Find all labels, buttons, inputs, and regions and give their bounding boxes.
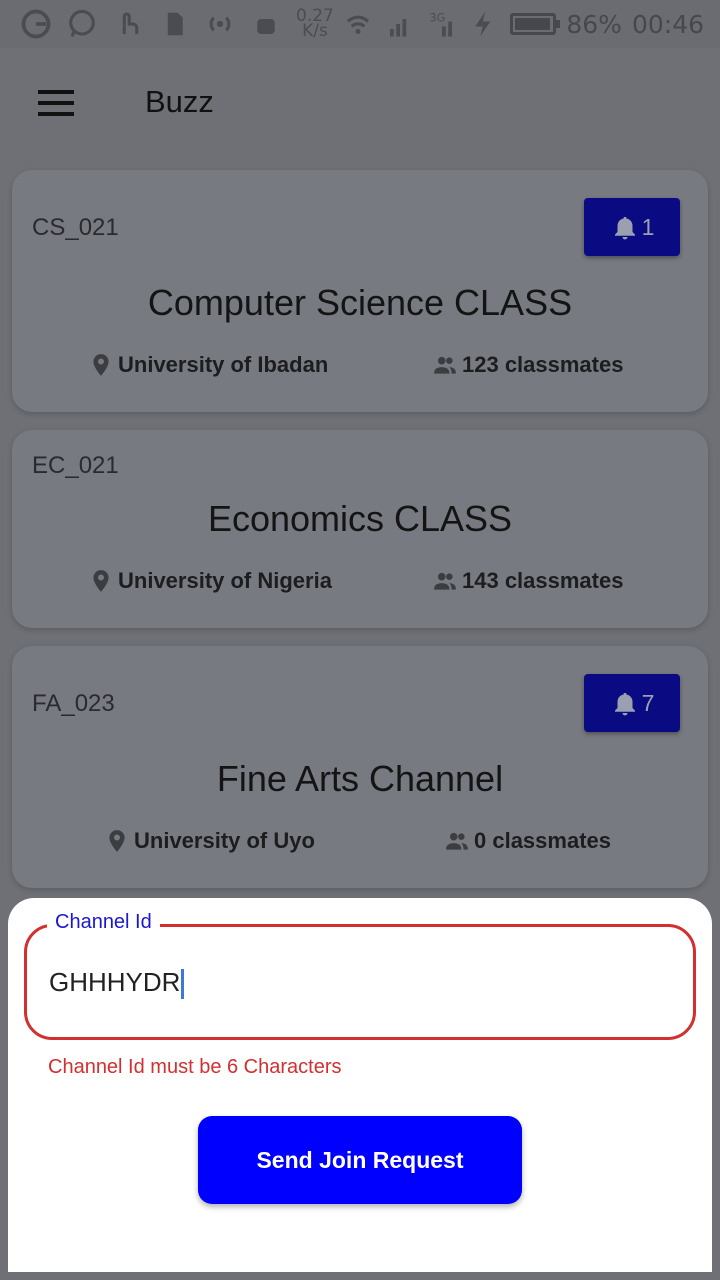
status-bar: 0.27 K/s 3G 86% 00:46 [0, 0, 720, 48]
university-name: University of Ibadan [118, 352, 329, 377]
clock: 00:46 [631, 9, 704, 39]
bell-icon [614, 693, 635, 716]
classmates-count: 123 classmates [462, 352, 624, 377]
channel-code: EC_021 [32, 452, 119, 479]
classmates-info: 123 classmates [432, 352, 623, 378]
channel-id-value: GHHHYDR [49, 967, 181, 997]
bell-icon [614, 217, 635, 240]
menu-icon[interactable] [32, 84, 80, 124]
channel-id-field[interactable]: Channel Id GHHHYDR [24, 911, 696, 1040]
join-channel-sheet: Channel Id GHHHYDR Channel Id must be 6 … [8, 898, 712, 1272]
university-name: University of Nigeria [118, 568, 332, 593]
signal-3g-icon: 3G [426, 8, 458, 40]
touch-icon [112, 8, 144, 40]
university-info: University of Uyo [104, 828, 315, 854]
channel-id-input[interactable]: GHHHYDR [49, 967, 185, 1000]
university-name: University of Uyo [134, 828, 315, 853]
status-right: 3G 86% 00:46 [342, 8, 704, 40]
charging-icon [468, 8, 500, 40]
send-join-request-button[interactable]: Send Join Request [198, 1116, 522, 1204]
notification-badge[interactable]: 1 [584, 198, 680, 256]
hotspot-icon [204, 8, 236, 40]
channel-title: Fine Arts Channel [216, 758, 504, 799]
notification-count: 7 [641, 689, 655, 716]
wifi-icon [342, 8, 374, 40]
signal-icon [384, 8, 416, 40]
channel-card[interactable]: CS_021 1 Computer Science CLASS Universi… [12, 170, 708, 412]
people-icon [446, 832, 468, 850]
channel-card[interactable]: FA_023 7 Fine Arts Channel University of… [12, 646, 708, 888]
notification-count: 1 [641, 213, 655, 240]
google-icon [20, 8, 52, 40]
location-pin-icon [93, 570, 109, 592]
channel-code: FA_023 [32, 690, 115, 717]
classmates-info: 0 classmates [444, 828, 611, 854]
signal-3g-label: 3G [430, 12, 446, 25]
text-cursor [181, 969, 185, 1000]
classmates-info: 143 classmates [432, 568, 623, 594]
location-pin-icon [109, 830, 125, 852]
sd-card-icon [158, 8, 190, 40]
people-icon [434, 356, 456, 374]
channel-id-label: Channel Id [47, 911, 160, 934]
university-info: University of Nigeria [88, 568, 332, 594]
page-title: Buzz [145, 84, 214, 119]
university-info: University of Ibadan [88, 352, 328, 378]
people-icon [434, 572, 456, 590]
channel-title: Computer Science CLASS [147, 282, 573, 323]
classmates-count: 0 classmates [474, 828, 611, 853]
location-pin-icon [93, 354, 109, 376]
channel-code: CS_021 [32, 214, 119, 241]
whatsapp-icon [66, 8, 98, 40]
classmates-count: 143 classmates [462, 568, 624, 593]
channel-card[interactable]: EC_021 Economics CLASS University of Nig… [12, 430, 708, 628]
app-bar: Buzz [0, 48, 720, 160]
battery-icon [510, 13, 561, 35]
channel-id-error: Channel Id must be 6 Characters [48, 1056, 342, 1078]
net-speed: 0.27 K/s [296, 6, 334, 41]
notification-icons: 0.27 K/s [20, 8, 334, 40]
battery-percent: 86% [566, 9, 622, 39]
android-icon [250, 8, 282, 40]
notification-badge[interactable]: 7 [584, 674, 680, 732]
channel-title: Economics CLASS [207, 498, 513, 539]
